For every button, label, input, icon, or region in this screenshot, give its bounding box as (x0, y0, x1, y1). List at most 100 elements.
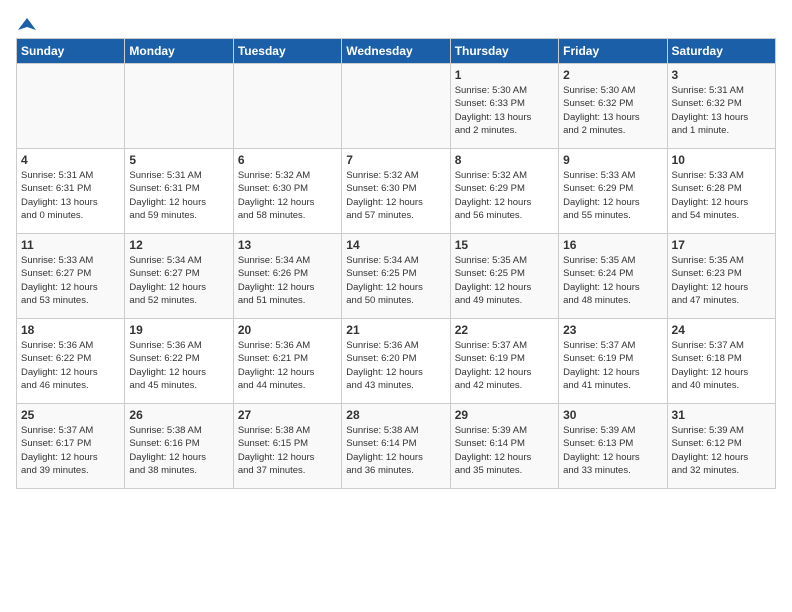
day-number: 5 (129, 153, 228, 167)
day-of-week-header: Wednesday (342, 39, 450, 64)
day-number: 23 (563, 323, 662, 337)
day-number: 17 (672, 238, 771, 252)
day-info: Sunrise: 5:37 AMSunset: 6:18 PMDaylight:… (672, 339, 771, 392)
day-info: Sunrise: 5:32 AMSunset: 6:30 PMDaylight:… (346, 169, 445, 222)
calendar-cell: 24 Sunrise: 5:37 AMSunset: 6:18 PMDayligh… (667, 319, 775, 404)
day-number: 4 (21, 153, 120, 167)
day-number: 8 (455, 153, 554, 167)
day-info: Sunrise: 5:37 AMSunset: 6:19 PMDaylight:… (563, 339, 662, 392)
calendar-week-row: 11 Sunrise: 5:33 AMSunset: 6:27 PMDayligh… (17, 234, 776, 319)
calendar-cell: 12 Sunrise: 5:34 AMSunset: 6:27 PMDayligh… (125, 234, 233, 319)
calendar-week-row: 25 Sunrise: 5:37 AMSunset: 6:17 PMDayligh… (17, 404, 776, 489)
day-number: 26 (129, 408, 228, 422)
calendar-cell: 18 Sunrise: 5:36 AMSunset: 6:22 PMDayligh… (17, 319, 125, 404)
day-number: 30 (563, 408, 662, 422)
calendar-cell: 26 Sunrise: 5:38 AMSunset: 6:16 PMDayligh… (125, 404, 233, 489)
day-number: 1 (455, 68, 554, 82)
day-info: Sunrise: 5:37 AMSunset: 6:17 PMDaylight:… (21, 424, 120, 477)
calendar-cell: 5 Sunrise: 5:31 AMSunset: 6:31 PMDaylight… (125, 149, 233, 234)
calendar-cell: 27 Sunrise: 5:38 AMSunset: 6:15 PMDayligh… (233, 404, 341, 489)
calendar-cell: 1Sunrise: 5:30 AMSunset: 6:33 PMDaylight… (450, 64, 558, 149)
day-info: Sunrise: 5:39 AMSunset: 6:12 PMDaylight:… (672, 424, 771, 477)
calendar-table: SundayMondayTuesdayWednesdayThursdayFrid… (16, 38, 776, 489)
day-of-week-header: Monday (125, 39, 233, 64)
day-info: Sunrise: 5:33 AMSunset: 6:28 PMDaylight:… (672, 169, 771, 222)
day-number: 20 (238, 323, 337, 337)
day-info: Sunrise: 5:33 AMSunset: 6:27 PMDaylight:… (21, 254, 120, 307)
day-info: Sunrise: 5:32 AMSunset: 6:30 PMDaylight:… (238, 169, 337, 222)
day-number: 9 (563, 153, 662, 167)
day-info: Sunrise: 5:35 AMSunset: 6:24 PMDaylight:… (563, 254, 662, 307)
day-info: Sunrise: 5:36 AMSunset: 6:21 PMDaylight:… (238, 339, 337, 392)
day-info: Sunrise: 5:34 AMSunset: 6:25 PMDaylight:… (346, 254, 445, 307)
calendar-week-row: 4 Sunrise: 5:31 AMSunset: 6:31 PMDaylight… (17, 149, 776, 234)
calendar-cell (233, 64, 341, 149)
day-number: 21 (346, 323, 445, 337)
day-info: Sunrise: 5:30 AMSunset: 6:32 PMDaylight:… (563, 84, 662, 137)
calendar-cell: 14 Sunrise: 5:34 AMSunset: 6:25 PMDayligh… (342, 234, 450, 319)
day-number: 22 (455, 323, 554, 337)
day-number: 24 (672, 323, 771, 337)
calendar-cell: 21 Sunrise: 5:36 AMSunset: 6:20 PMDayligh… (342, 319, 450, 404)
day-number: 18 (21, 323, 120, 337)
day-number: 25 (21, 408, 120, 422)
calendar-cell: 9 Sunrise: 5:33 AMSunset: 6:29 PMDaylight… (559, 149, 667, 234)
day-info: Sunrise: 5:31 AMSunset: 6:32 PMDaylight:… (672, 84, 771, 137)
day-info: Sunrise: 5:39 AMSunset: 6:14 PMDaylight:… (455, 424, 554, 477)
calendar-cell: 13 Sunrise: 5:34 AMSunset: 6:26 PMDayligh… (233, 234, 341, 319)
day-number: 19 (129, 323, 228, 337)
calendar-week-row: 18 Sunrise: 5:36 AMSunset: 6:22 PMDayligh… (17, 319, 776, 404)
calendar-cell: 31 Sunrise: 5:39 AMSunset: 6:12 PMDayligh… (667, 404, 775, 489)
day-number: 13 (238, 238, 337, 252)
day-number: 31 (672, 408, 771, 422)
day-info: Sunrise: 5:36 AMSunset: 6:22 PMDaylight:… (21, 339, 120, 392)
calendar-cell: 22 Sunrise: 5:37 AMSunset: 6:19 PMDayligh… (450, 319, 558, 404)
calendar-cell: 10 Sunrise: 5:33 AMSunset: 6:28 PMDayligh… (667, 149, 775, 234)
day-of-week-header: Thursday (450, 39, 558, 64)
day-info: Sunrise: 5:36 AMSunset: 6:20 PMDaylight:… (346, 339, 445, 392)
day-number: 6 (238, 153, 337, 167)
day-info: Sunrise: 5:38 AMSunset: 6:16 PMDaylight:… (129, 424, 228, 477)
calendar-cell: 2 Sunrise: 5:30 AMSunset: 6:32 PMDaylight… (559, 64, 667, 149)
logo (16, 16, 36, 30)
day-number: 3 (672, 68, 771, 82)
day-of-week-header: Sunday (17, 39, 125, 64)
day-info: Sunrise: 5:38 AMSunset: 6:15 PMDaylight:… (238, 424, 337, 477)
day-info: Sunrise: 5:33 AMSunset: 6:29 PMDaylight:… (563, 169, 662, 222)
day-number: 15 (455, 238, 554, 252)
calendar-cell (125, 64, 233, 149)
logo-bird-icon (18, 16, 36, 34)
header (16, 16, 776, 30)
day-info: Sunrise: 5:31 AMSunset: 6:31 PMDaylight:… (21, 169, 120, 222)
calendar-cell: 17Sunrise: 5:35 AMSunset: 6:23 PMDayligh… (667, 234, 775, 319)
calendar-cell: 4 Sunrise: 5:31 AMSunset: 6:31 PMDaylight… (17, 149, 125, 234)
day-number: 2 (563, 68, 662, 82)
calendar-cell: 29Sunrise: 5:39 AMSunset: 6:14 PMDayligh… (450, 404, 558, 489)
day-info: Sunrise: 5:37 AMSunset: 6:19 PMDaylight:… (455, 339, 554, 392)
day-info: Sunrise: 5:34 AMSunset: 6:26 PMDaylight:… (238, 254, 337, 307)
calendar-cell: 30 Sunrise: 5:39 AMSunset: 6:13 PMDayligh… (559, 404, 667, 489)
day-of-week-header: Tuesday (233, 39, 341, 64)
calendar-cell: 19Sunrise: 5:36 AMSunset: 6:22 PMDayligh… (125, 319, 233, 404)
calendar-cell (342, 64, 450, 149)
day-number: 11 (21, 238, 120, 252)
day-info: Sunrise: 5:39 AMSunset: 6:13 PMDaylight:… (563, 424, 662, 477)
day-info: Sunrise: 5:38 AMSunset: 6:14 PMDaylight:… (346, 424, 445, 477)
calendar-cell: 20 Sunrise: 5:36 AMSunset: 6:21 PMDayligh… (233, 319, 341, 404)
day-number: 14 (346, 238, 445, 252)
calendar-cell: 28Sunrise: 5:38 AMSunset: 6:14 PMDayligh… (342, 404, 450, 489)
calendar-cell (17, 64, 125, 149)
day-number: 10 (672, 153, 771, 167)
calendar-cell: 15 Sunrise: 5:35 AMSunset: 6:25 PMDayligh… (450, 234, 558, 319)
header-row: SundayMondayTuesdayWednesdayThursdayFrid… (17, 39, 776, 64)
day-number: 27 (238, 408, 337, 422)
day-of-week-header: Friday (559, 39, 667, 64)
calendar-cell: 23 Sunrise: 5:37 AMSunset: 6:19 PMDayligh… (559, 319, 667, 404)
day-number: 12 (129, 238, 228, 252)
calendar-cell: 16Sunrise: 5:35 AMSunset: 6:24 PMDayligh… (559, 234, 667, 319)
day-info: Sunrise: 5:35 AMSunset: 6:25 PMDaylight:… (455, 254, 554, 307)
day-number: 7 (346, 153, 445, 167)
day-info: Sunrise: 5:34 AMSunset: 6:27 PMDaylight:… (129, 254, 228, 307)
calendar-cell: 8Sunrise: 5:32 AMSunset: 6:29 PMDaylight… (450, 149, 558, 234)
day-info: Sunrise: 5:31 AMSunset: 6:31 PMDaylight:… (129, 169, 228, 222)
